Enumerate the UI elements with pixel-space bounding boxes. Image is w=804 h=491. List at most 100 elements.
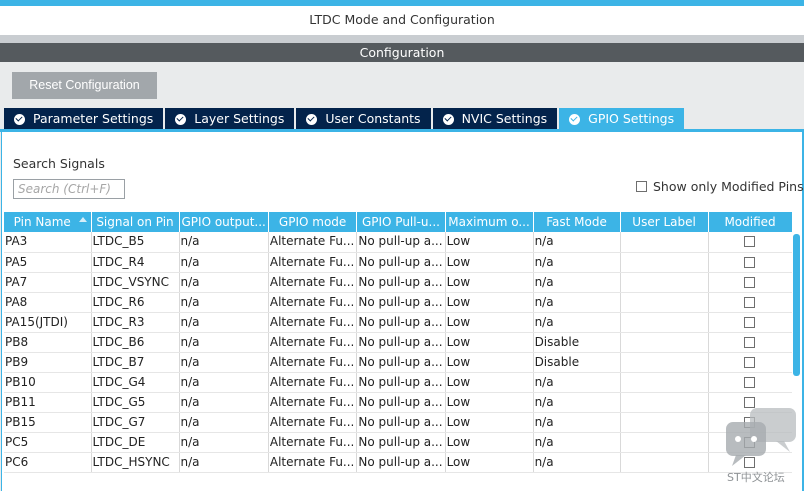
modified-checkbox[interactable] — [744, 376, 756, 388]
column-header-maximum-o[interactable]: Maximum o... — [445, 212, 534, 232]
column-header-modified[interactable]: Modified — [708, 212, 793, 232]
table-cell — [620, 432, 709, 453]
table-row[interactable]: PB9 LTDC_B7 n/a Alternate Fu... No pull-up a… — [4, 352, 793, 373]
modified-checkbox[interactable] — [744, 256, 756, 268]
table-cell: Alternate Fu... — [268, 252, 358, 273]
table-cell: n/a — [533, 232, 621, 253]
table-cell — [620, 332, 709, 353]
table-row[interactable]: PB10 LTDC_G4 n/a Alternate Fu... No pull-up … — [4, 372, 793, 393]
table-row[interactable]: PC6 LTDC_HSYNC n/a Alternate Fu... No pull-u… — [4, 452, 793, 473]
table-cell: LTDC_G7 — [91, 412, 180, 433]
table-cell: LTDC_R6 — [91, 292, 180, 313]
table-cell: Low — [445, 352, 534, 373]
table-cell: LTDC_B5 — [91, 232, 180, 253]
table-cell: n/a — [179, 372, 269, 393]
table-cell: PC5 — [4, 432, 92, 453]
column-header-gpio-pull-u[interactable]: GPIO Pull-u... — [356, 212, 446, 232]
reset-configuration-button[interactable]: Reset Configuration — [12, 72, 157, 99]
modified-cell — [708, 272, 793, 293]
table-cell: n/a — [179, 232, 269, 253]
modified-checkbox[interactable] — [744, 456, 756, 468]
tab-nvic-settings[interactable]: NVIC Settings — [432, 108, 558, 130]
modified-checkbox[interactable] — [744, 236, 756, 248]
table-cell: Low — [445, 432, 534, 453]
table-row[interactable]: PA15(JTDI) LTDC_R3 n/a Alternate Fu... No pu… — [4, 312, 793, 333]
table-cell: PB9 — [4, 352, 92, 373]
column-header-gpio-mode[interactable]: GPIO mode — [268, 212, 358, 232]
tab-parameter-settings[interactable]: Parameter Settings — [4, 108, 164, 130]
settings-tabs: Parameter Settings Layer Settings User Con… — [4, 108, 686, 130]
column-header-label: GPIO mode — [278, 215, 347, 229]
modified-cell — [708, 352, 793, 373]
table-cell: Low — [445, 272, 534, 293]
tab-user-constants[interactable]: User Constants — [296, 108, 431, 130]
tab-label: GPIO Settings — [588, 111, 675, 126]
table-cell: Low — [445, 312, 534, 333]
table-cell: LTDC_G5 — [91, 392, 180, 413]
show-only-modified-toggle[interactable]: Show only Modified Pins — [636, 179, 804, 194]
column-header-pin-name[interactable]: Pin Name — [4, 212, 92, 232]
modified-checkbox[interactable] — [744, 336, 756, 348]
table-cell: Alternate Fu... — [268, 232, 358, 253]
table-cell: Alternate Fu... — [268, 272, 358, 293]
table-cell: n/a — [533, 392, 621, 413]
table-row[interactable]: PA8 LTDC_R6 n/a Alternate Fu... No pull-up a… — [4, 292, 793, 313]
modified-checkbox[interactable] — [744, 276, 756, 288]
tab-layer-settings[interactable]: Layer Settings — [165, 108, 295, 130]
table-cell: Low — [445, 412, 534, 433]
column-header-fast-mode[interactable]: Fast Mode — [533, 212, 621, 232]
check-circle-icon — [306, 113, 318, 125]
table-cell: Low — [445, 452, 534, 473]
show-only-modified-checkbox[interactable] — [636, 181, 647, 192]
column-header-gpio-output[interactable]: GPIO output... — [179, 212, 269, 232]
column-header-user-label[interactable]: User Label — [620, 212, 709, 232]
table-cell: n/a — [179, 292, 269, 313]
column-header-label: Modified — [724, 215, 776, 229]
table-scrollbar-thumb[interactable] — [793, 234, 800, 376]
table-cell: n/a — [533, 452, 621, 473]
table-cell: PC6 — [4, 452, 92, 473]
tab-gpio-settings[interactable]: GPIO Settings — [559, 108, 685, 130]
table-row[interactable]: PA5 LTDC_R4 n/a Alternate Fu... No pull-up a… — [4, 252, 793, 273]
table-row[interactable]: PC5 LTDC_DE n/a Alternate Fu... No pull-up a… — [4, 432, 793, 453]
table-cell: Low — [445, 232, 534, 253]
column-header-signal-on-pin[interactable]: Signal on Pin — [91, 212, 180, 232]
column-header-label: User Label — [632, 215, 696, 229]
table-cell — [620, 232, 709, 253]
modified-cell — [708, 432, 793, 453]
table-cell: n/a — [179, 312, 269, 333]
modified-checkbox[interactable] — [744, 416, 756, 428]
table-cell: No pull-up a... — [356, 312, 446, 333]
table-row[interactable]: PA3 LTDC_B5 n/a Alternate Fu... No pull-up a… — [4, 232, 793, 253]
search-signals-label: Search Signals — [13, 156, 105, 171]
table-cell: PB11 — [4, 392, 92, 413]
modified-checkbox[interactable] — [744, 316, 756, 328]
table-cell: No pull-up a... — [356, 432, 446, 453]
table-cell: n/a — [533, 292, 621, 313]
table-cell: No pull-up a... — [356, 272, 446, 293]
search-input[interactable] — [13, 179, 125, 199]
configuration-header: Configuration — [0, 43, 804, 62]
table-cell: LTDC_VSYNC — [91, 272, 180, 293]
table-row[interactable]: PB11 LTDC_G5 n/a Alternate Fu... No pull-up … — [4, 392, 793, 413]
table-cell: No pull-up a... — [356, 412, 446, 433]
table-cell: n/a — [179, 272, 269, 293]
modified-checkbox[interactable] — [744, 396, 756, 408]
modified-cell — [708, 372, 793, 393]
table-cell: PA3 — [4, 232, 92, 253]
watermark-text: ST中文论坛 — [727, 471, 785, 484]
table-row[interactable]: PB15 LTDC_G7 n/a Alternate Fu... No pull-up … — [4, 412, 793, 433]
modified-cell — [708, 312, 793, 333]
modified-cell — [708, 412, 793, 433]
table-row[interactable]: PA7 LTDC_VSYNC n/a Alternate Fu... No pull-u… — [4, 272, 793, 293]
table-cell: LTDC_G4 — [91, 372, 180, 393]
table-cell: n/a — [533, 272, 621, 293]
modified-checkbox[interactable] — [744, 436, 756, 448]
table-cell: LTDC_DE — [91, 432, 180, 453]
table-row[interactable]: PB8 LTDC_B6 n/a Alternate Fu... No pull-up a… — [4, 332, 793, 353]
table-cell: n/a — [533, 372, 621, 393]
modified-checkbox[interactable] — [744, 296, 756, 308]
modified-checkbox[interactable] — [744, 356, 756, 368]
table-cell: Alternate Fu... — [268, 392, 358, 413]
check-circle-icon — [442, 113, 454, 125]
